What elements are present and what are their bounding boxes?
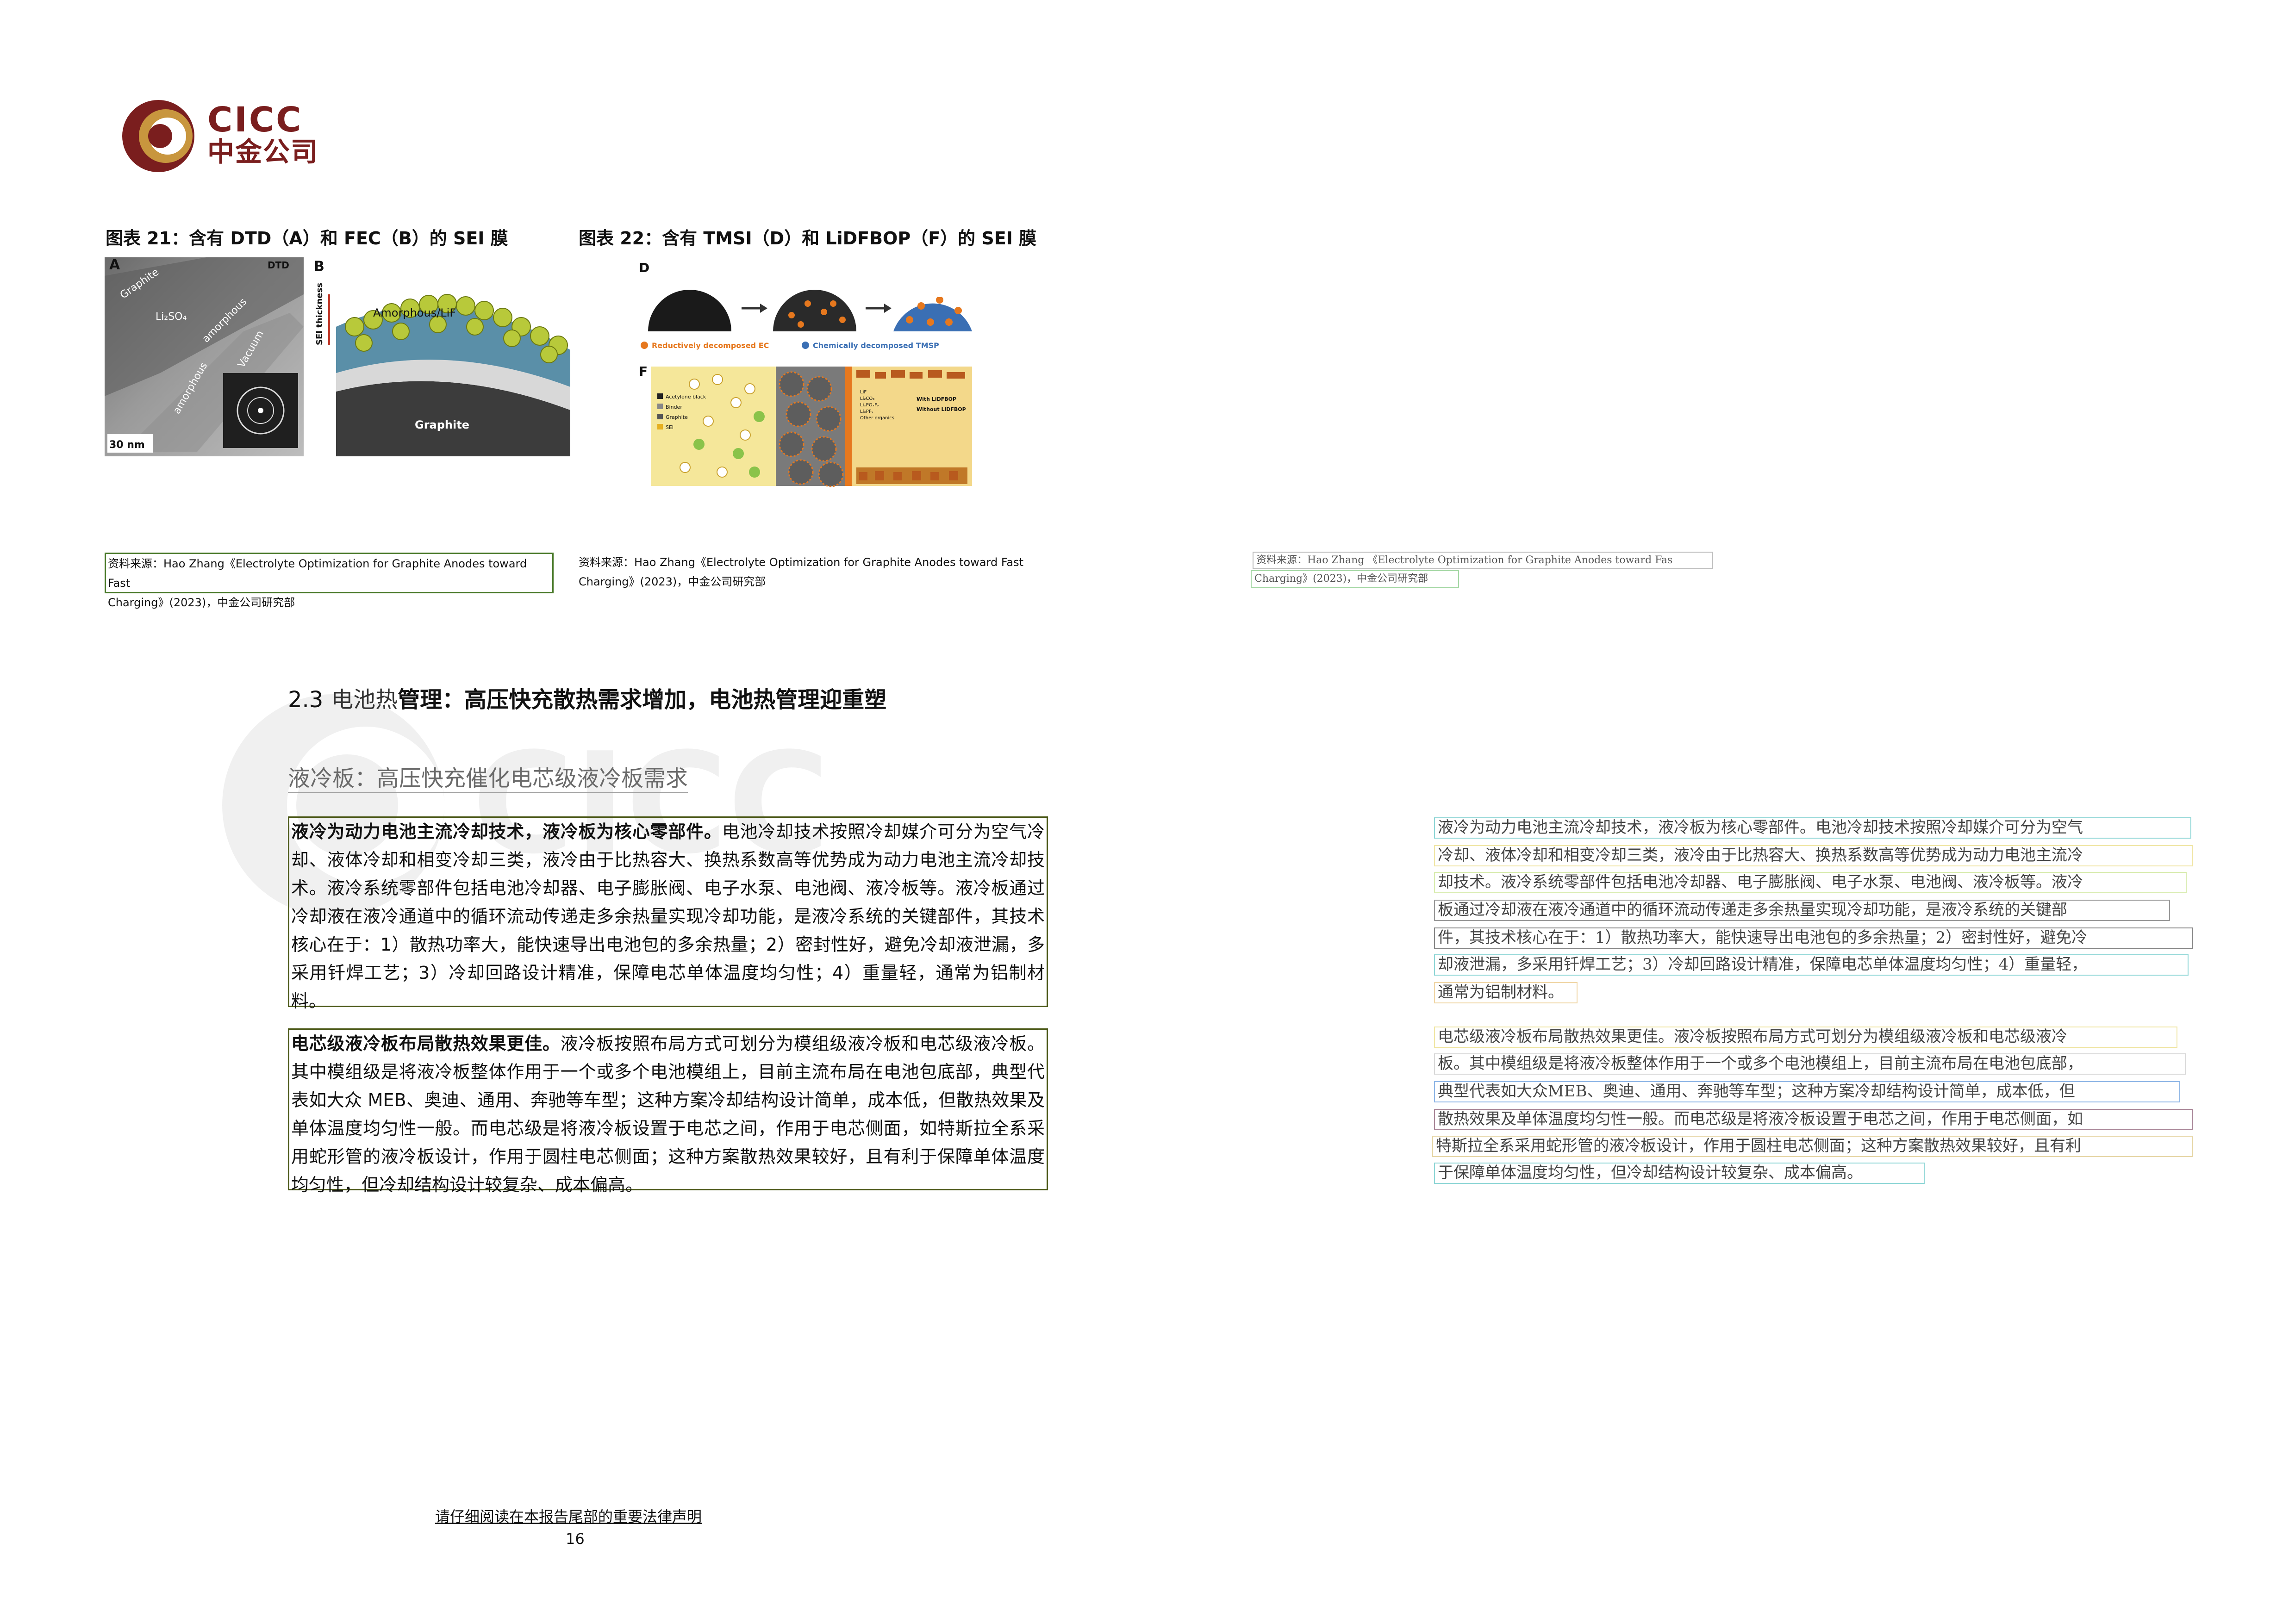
ocr-para2-line: 于保障单体温度均匀性，但冷却结构设计较复杂、成本偏高。 [1434,1163,1925,1184]
svg-text:LiₓPFᵧ: LiₓPFᵧ [860,409,873,414]
svg-text:Li₂CO₃: Li₂CO₃ [860,396,874,401]
ocr-para2-line: 电芯级液冷板布局散热效果更佳。液冷板按照布局方式可划分为模组级液冷板和电芯级液冷 [1434,1027,2177,1048]
figure21-panel-b-diagram: B SEI thickness Amorphous/LiF Graphite [308,257,570,456]
ocr-para2-line: 板。其中模组级是将液冷板整体作用于一个或多个电池模组上，目前主流布局在电池包底部… [1434,1053,2186,1075]
figure22-title: 图表 22：含有 TMSI（D）和 LiDFBOP（F）的 SEI 膜 [579,228,1037,249]
section-heading: 2.3 电池热管理：高压快充散热需求增加，电池热管理迎重塑 [288,687,887,713]
cicc-logo-icon [122,100,194,172]
svg-text:Li₂SO₄: Li₂SO₄ [156,311,187,323]
ocr-para2-line: 特斯拉全系采用蛇形管的液冷板设计，作用于圆柱电芯侧面；这种方案散热效果较好，且有… [1432,1136,2193,1157]
paragraph-1-body: 电池冷却技术按照冷却媒介可分为空气冷却、液体冷却和相变冷却三类，液冷由于比热容大… [291,821,1045,1011]
panel-a-label: A [109,257,120,273]
subheading: 液冷板：高压快充催化电芯级液冷板需求 [288,765,688,793]
svg-text:SEI: SEI [666,424,674,430]
panel-d-label: D [639,260,649,275]
ocr-para2-line: 典型代表如大众MEB、奥迪、通用、奔驰等车型；这种方案冷却结构设计简单，成本低，… [1434,1081,2180,1102]
svg-text:Chemically decomposed TMSP: Chemically decomposed TMSP [813,341,939,350]
panel-b-label: B [314,259,324,275]
svg-text:Graphite: Graphite [666,414,688,420]
svg-text:SEI thickness: SEI thickness [315,283,324,345]
ocr-para1-line: 液冷为动力电池主流冷却技术，液冷板为核心零部件。电池冷却技术按照冷却媒介可分为空… [1434,817,2191,839]
ocr-para1-line: 板通过冷却液在液冷通道中的循环流动传递走多余热量实现冷却功能，是液冷系统的关键部 [1434,900,2170,921]
ocr-para1-line: 冷却、液体冷却和相变冷却三类，液冷由于比热容大、换热系数高等优势成为动力电池主流… [1434,845,2193,866]
svg-text:Reductively decomposed EC: Reductively decomposed EC [652,341,769,350]
paragraph-2-body: 液冷板按照布局方式可划分为模组级液冷板和电芯级液冷板。其中模组级是将液冷板整体作… [291,1033,1045,1195]
svg-text:LiₓPOₓFᵧ: LiₓPOₓFᵧ [860,403,879,408]
paragraph-1: 液冷为动力电池主流冷却技术，液冷板为核心零部件。电池冷却技术按照冷却媒介可分为空… [288,816,1048,1011]
svg-text:Without LiDFBOP: Without LiDFBOP [917,406,966,412]
svg-text:With LiDFBOP: With LiDFBOP [917,396,956,402]
svg-text:Other organics: Other organics [860,416,894,421]
figure22-source: 资料来源：Hao Zhang《Electrolyte Optimization … [579,556,1024,588]
svg-text:Graphite: Graphite [415,418,469,431]
legal-disclaimer: 请仔细阅读在本报告尾部的重要法律声明 [435,1508,702,1525]
ocr-para1-line: 却液泄漏，多采用钎焊工艺；3）冷却回路设计精准，保障电芯单体温度均匀性；4）重量… [1434,954,2189,976]
logo-text-en: CICC [207,100,303,140]
ocr-para1-line: 件，其技术核心在于：1）散热功率大，能快速导出电池包的多余热量；2）密封性好，避… [1434,927,2193,949]
figure21-source: 资料来源：Hao Zhang《Electrolyte Optimization … [105,553,554,609]
svg-text:30 nm: 30 nm [109,439,145,451]
paragraph-2-lead: 电芯级液冷板布局散热效果更佳。 [291,1033,561,1054]
svg-text:DTD: DTD [268,260,289,271]
svg-text:Amorphous/LiF: Amorphous/LiF [373,306,456,319]
ocr-source-line2: Charging》(2023)，中金公司研究部 [1251,570,1459,588]
ocr-para2-line: 散热效果及单体温度均匀性一般。而电芯级是将液冷板设置于电芯之间，作用于电芯侧面，… [1434,1109,2193,1130]
figure22-panel-f-diagram: F Acetylene black Binder Graphite SEI Li… [639,364,972,487]
panel-f-label: F [639,364,648,379]
paragraph-1-lead: 液冷为动力电池主流冷却技术，液冷板为核心零部件。 [291,821,722,842]
figure21-title: 图表 21：含有 DTD（A）和 FEC（B）的 SEI 膜 [106,228,508,249]
svg-text:Binder: Binder [666,404,682,410]
ocr-para1-line: 通常为铝制材料。 [1434,982,1578,1003]
figure22-panel-d-diagram: D EC/TMSP SEI Layer Reductively decompos… [639,260,972,350]
ocr-source-line1: 资料来源：Hao Zhang 《Electrolyte Optimization… [1253,552,1713,569]
svg-text:EC/TMSP SEI Layer: EC/TMSP SEI Layer [899,292,967,299]
figure21-panel-a-tem-image: A DTD Graphite Li₂SO₄ amorphous amorphou… [105,257,304,456]
page-number: 16 [566,1530,585,1548]
svg-text:LiF: LiF [860,390,867,395]
paragraph-2: 电芯级液冷板布局散热效果更佳。液冷板按照布局方式可划分为模组级液冷板和电芯级液冷… [288,1028,1048,1195]
svg-text:Acetylene black: Acetylene black [666,394,706,400]
ocr-para1-line: 却技术。液冷系统零部件包括电池冷却器、电子膨胀阀、电子水泵、电池阀、液冷板等。液… [1434,872,2187,893]
logo-text-cn: 中金公司 [207,136,319,168]
